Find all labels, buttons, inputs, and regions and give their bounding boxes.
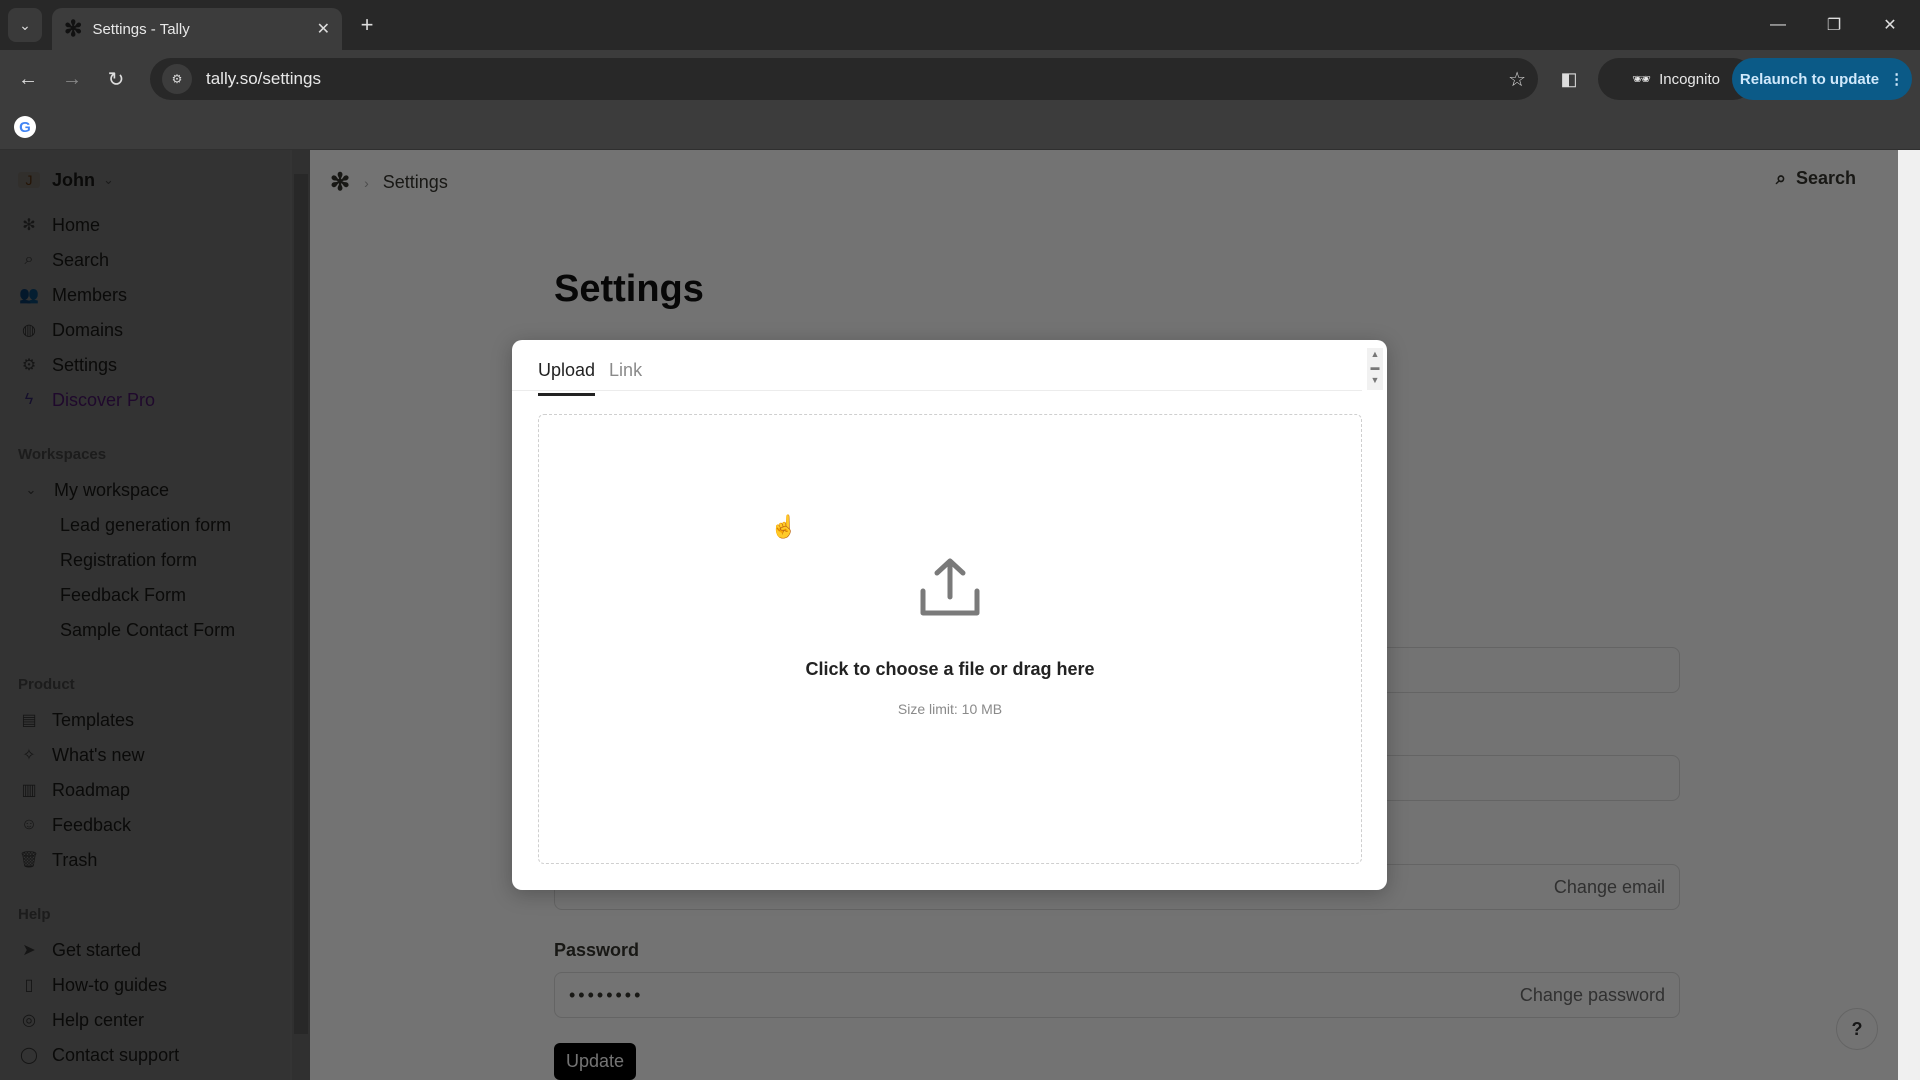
forward-button[interactable]: → bbox=[56, 63, 88, 95]
new-tab-button[interactable]: + bbox=[352, 10, 382, 40]
size-limit-text: Size limit: 10 MB bbox=[897, 701, 1003, 717]
incognito-badge[interactable]: 🕶 Incognito bbox=[1598, 58, 1754, 100]
incognito-icon: 🕶 bbox=[1632, 71, 1652, 88]
browser-tab[interactable]: ✻ Settings - Tally ✕ bbox=[52, 8, 342, 50]
bookmark-star-icon[interactable]: ☆ bbox=[1508, 67, 1526, 92]
minimize-button[interactable]: — bbox=[1758, 8, 1798, 42]
reload-button[interactable]: ↻ bbox=[100, 63, 132, 95]
site-info-icon[interactable]: ⚙ bbox=[162, 64, 192, 94]
page-scrollbar[interactable] bbox=[1898, 150, 1920, 1080]
relaunch-button[interactable]: Relaunch to update ⋮ bbox=[1732, 58, 1912, 100]
dropzone-text: Click to choose a file or drag here bbox=[805, 659, 1095, 679]
address-bar[interactable]: ⚙ tally.so/settings ☆ bbox=[150, 58, 1538, 100]
incognito-label: Incognito bbox=[1659, 70, 1720, 88]
google-bookmark-icon[interactable]: G bbox=[14, 116, 36, 138]
url-text[interactable]: tally.so/settings bbox=[206, 69, 1508, 89]
close-tab-icon[interactable]: ✕ bbox=[317, 19, 330, 39]
bookmarks-bar bbox=[0, 108, 1920, 150]
modal-scrollbar[interactable]: ▲ ▬ ▼ bbox=[1367, 348, 1383, 390]
file-dropzone[interactable]: Click to choose a file or drag here Size… bbox=[538, 414, 1362, 864]
restore-button[interactable]: ❐ bbox=[1814, 8, 1854, 42]
tally-favicon-icon: ✻ bbox=[64, 16, 83, 41]
close-window-button[interactable]: ✕ bbox=[1870, 8, 1910, 42]
tab-search-button[interactable]: ⌄ bbox=[8, 8, 42, 42]
hand-cursor-icon: ☝ bbox=[770, 514, 798, 539]
upload-modal: Upload Link ▲ ▬ ▼ Click to choose a file o… bbox=[512, 340, 1387, 890]
tab-title: Settings - Tally bbox=[92, 20, 190, 38]
tally-page: J John ⌄ ✻Home ⌕Search 👥Members ◍Domains… bbox=[0, 150, 1920, 1080]
relaunch-label: Relaunch to update bbox=[1739, 70, 1880, 88]
divider bbox=[512, 390, 1362, 391]
back-button[interactable]: ← bbox=[12, 63, 44, 95]
upload-icon bbox=[920, 558, 980, 616]
more-vert-icon[interactable]: ⋮ bbox=[1889, 70, 1904, 88]
side-panel-icon[interactable]: ◧ bbox=[1556, 66, 1582, 92]
